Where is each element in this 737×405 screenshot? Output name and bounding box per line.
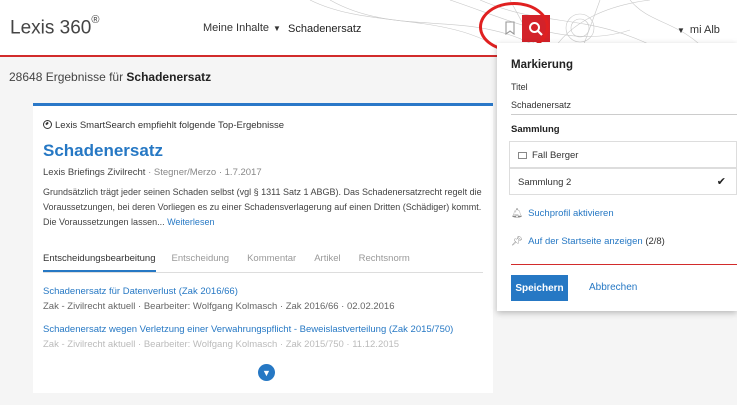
read-more-link[interactable]: Weiterlesen [167,217,214,227]
list-item: Schadenersatz für Datenverlust (Zak 2016… [43,286,395,312]
smartsearch-label: Lexis SmartSearch empfiehlt folgende Top… [43,120,284,131]
abstract-text: Grundsätzlich trägt jeder seinen Schaden… [43,187,482,227]
bell-icon: 🔔︎ [511,208,524,219]
tab-artikel[interactable]: Artikel [314,253,340,272]
search-scope-label: Meine Inhalte [203,22,270,34]
bookmark-button[interactable] [499,18,521,40]
tab-kommentar[interactable]: Kommentar [247,253,296,272]
tab-entscheidungsbearbeitung[interactable]: Entscheidungsbearbeitung [43,253,156,272]
document-abstract: Grundsätzlich trägt jeder seinen Schaden… [43,185,488,230]
result-query: Schadenersatz [126,70,212,84]
search-profile-link[interactable]: 🔔︎ Suchprofil aktivieren [511,208,614,219]
search-button[interactable] [522,15,550,42]
meta-separator: · [218,167,222,178]
caret-down-icon: ▼ [677,26,685,35]
result-tabs: Entscheidungsbearbeitung Entscheidung Ko… [43,253,483,273]
chevron-down-icon: ▼ [262,367,271,378]
checkmark-icon: ✔ [716,176,726,188]
meta-separator: · [148,167,152,178]
smartsearch-card: Lexis SmartSearch empfiehlt folgende Top… [33,103,493,393]
user-menu[interactable]: ▼ mi Alb [677,24,720,36]
document-authors: Stegner/Merzo [153,167,217,178]
user-name: mi Alb [689,24,720,36]
bookmark-icon [505,20,515,35]
result-link[interactable]: Schadenersatz wegen Verletzung einer Ver… [43,324,453,335]
search-input[interactable] [282,16,497,42]
document-title[interactable]: Schadenersatz [43,141,163,161]
collection-item[interactable]: Fall Berger [509,141,737,168]
divider [511,264,737,265]
search-icon [529,21,543,36]
panel-heading: Markierung [511,59,573,71]
result-link[interactable]: Schadenersatz für Datenverlust (Zak 2016… [43,286,395,297]
startpage-link[interactable]: 📌︎ Auf der Startseite anzeigen (2/8) [511,236,665,247]
startpage-label: Auf der Startseite anzeigen [528,236,643,247]
document-meta: Lexis Briefings Zivilrecht · Stegner/Mer… [43,167,262,178]
search-profile-label: Suchprofil aktivieren [528,208,614,219]
startpage-count: (2/8) [645,236,665,247]
cancel-button[interactable]: Abbrechen [589,282,637,293]
compass-icon [43,120,52,129]
result-count-text: 28648 Ergebnisse für [9,70,124,84]
tab-rechtsnorm[interactable]: Rechtsnorm [359,253,410,272]
pin-icon: 📌︎ [511,236,524,247]
search-scope-dropdown[interactable]: Meine Inhalte ▼ [203,22,281,34]
save-button[interactable]: Speichern [511,275,568,301]
show-more-button[interactable]: ▼ [258,364,275,381]
bookmark-panel: Markierung Titel Schadenersatz Sammlung … [497,43,737,311]
list-item: Schadenersatz wegen Verletzung einer Ver… [43,324,453,350]
app-logo[interactable]: Lexis 360® [10,14,100,39]
result-meta: Zak - Zivilrecht aktuell · Bearbeiter: W… [43,301,395,312]
title-label: Titel [511,82,528,92]
result-count: 28648 Ergebnisse für Schadenersatz [9,70,211,84]
chevron-down-icon: ▼ [273,24,281,33]
document-date: 1.7.2017 [224,167,262,178]
result-meta: Zak - Zivilrecht aktuell · Bearbeiter: W… [43,339,400,350]
smartsearch-label-text: Lexis SmartSearch empfiehlt folgende Top… [55,120,285,131]
title-field[interactable]: Schadenersatz [511,95,737,115]
folder-icon [518,152,527,159]
collection-item[interactable]: Sammlung 2 ✔ [509,168,737,195]
collection-heading: Sammlung [511,124,560,135]
collection-name: Sammlung 2 [518,177,572,188]
document-source: Lexis Briefings Zivilrecht [43,167,146,178]
tab-entscheidung[interactable]: Entscheidung [172,253,230,272]
collection-name: Fall Berger [532,150,579,161]
logo-trademark: ® [91,14,100,26]
logo-text: Lexis 360 [10,17,92,39]
